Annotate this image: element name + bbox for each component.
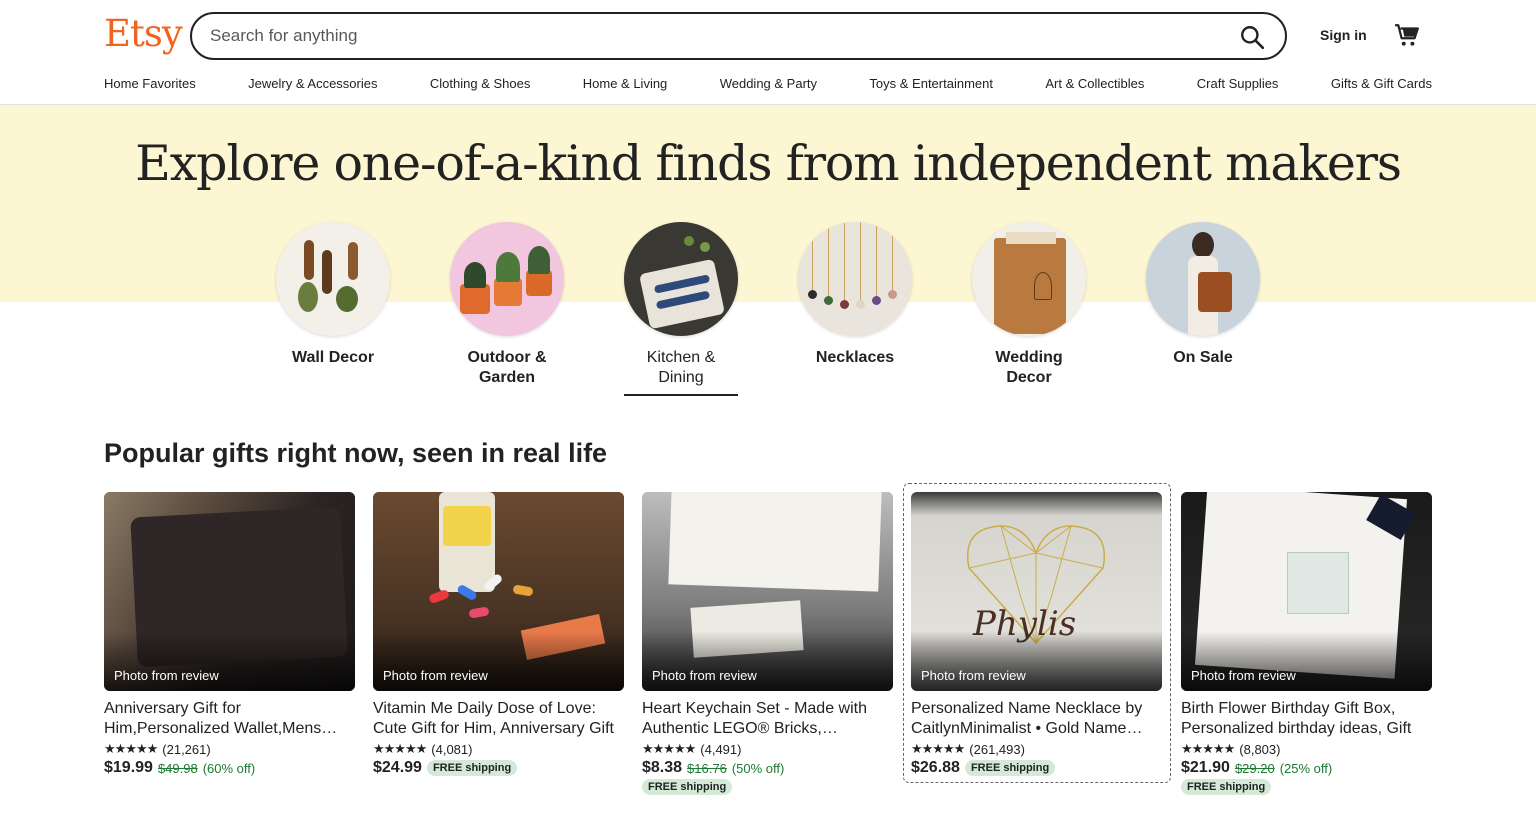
original-price: $49.98	[157, 760, 198, 776]
price: $8.38	[642, 759, 683, 776]
rating: ★★★★★ (4,491)	[642, 741, 893, 757]
photo-label: Photo from review	[921, 668, 1026, 683]
product-title[interactable]: Vitamin Me Daily Dose of Love: Cute Gift…	[373, 699, 624, 739]
category-necklaces[interactable]: Necklaces	[785, 222, 925, 368]
section-title: Popular gifts right now, seen in real li…	[104, 438, 608, 468]
star-rating-icon: ★★★★★	[373, 741, 427, 756]
price: $24.99	[373, 759, 422, 776]
nav-jewelry-accessories[interactable]: Jewelry & Accessories	[248, 76, 377, 91]
product-card[interactable]: Photo from review Anniversary Gift for H…	[104, 492, 355, 777]
nav-art-collectibles[interactable]: Art & Collectibles	[1045, 76, 1144, 91]
product-photo[interactable]: Photo from review	[104, 492, 355, 691]
category-label: Outdoor & Garden	[467, 349, 547, 386]
category-wall-decor[interactable]: Wall Decor	[263, 222, 403, 368]
photo-label: Photo from review	[383, 668, 488, 683]
category-wedding-decor[interactable]: Wedding Decor	[959, 222, 1099, 388]
search-icon[interactable]	[1239, 24, 1265, 50]
category-outdoor-garden[interactable]: Outdoor & Garden	[437, 222, 577, 388]
nav-home-favorites[interactable]: Home Favorites	[104, 76, 196, 91]
free-shipping-badge: FREE shipping	[426, 760, 518, 776]
outdoor-garden-image	[450, 222, 564, 336]
nav-wedding-party[interactable]: Wedding & Party	[720, 76, 817, 91]
discount: (60% off)	[202, 760, 256, 776]
hero-title: Explore one-of-a-kind finds from indepen…	[135, 135, 1402, 192]
flower-label	[1287, 552, 1349, 614]
nav-toys-entertainment[interactable]: Toys & Entertainment	[869, 76, 993, 91]
price-row: $8.38 $16.76 (50% off)	[642, 759, 893, 777]
category-label: Wedding Decor	[995, 349, 1063, 386]
star-rating-icon: ★★★★★	[1181, 741, 1235, 756]
product-title[interactable]: Birth Flower Birthday Gift Box, Personal…	[1181, 699, 1432, 739]
active-underline	[624, 394, 738, 396]
discount: (50% off)	[731, 760, 785, 776]
on-sale-image	[1146, 222, 1260, 336]
free-shipping-badge: FREE shipping	[1181, 779, 1272, 795]
rating: ★★★★★ (4,081)	[373, 741, 624, 757]
original-price: $29.20	[1234, 760, 1275, 776]
product-title[interactable]: Anniversary Gift for Him,Personalized Wa…	[104, 699, 355, 739]
review-count: (21,261)	[162, 741, 211, 757]
price: $21.90	[1181, 759, 1230, 776]
rating: ★★★★★ (21,261)	[104, 741, 355, 757]
kitchen-dining-image	[624, 222, 738, 336]
review-count: (4,081)	[431, 741, 473, 757]
necklaces-image	[798, 222, 912, 336]
category-label: Kitchen & Dining	[646, 349, 716, 386]
photo-label: Photo from review	[652, 668, 757, 683]
etsy-logo[interactable]: Etsy	[104, 12, 183, 55]
nav-home-living[interactable]: Home & Living	[583, 76, 668, 91]
product-title[interactable]: Heart Keychain Set - Made with Authentic…	[642, 699, 893, 739]
rating: ★★★★★ (8,803)	[1181, 741, 1432, 757]
product-photo[interactable]: Photo from review	[373, 492, 624, 691]
nav-craft-supplies[interactable]: Craft Supplies	[1197, 76, 1279, 91]
price-row: $19.99 $49.98 (60% off)	[104, 759, 355, 777]
product-photo[interactable]: Phylis Photo from review	[911, 492, 1162, 691]
search-input[interactable]	[210, 26, 1210, 46]
product-card[interactable]: Photo from review Vitamin Me Daily Dose …	[373, 492, 624, 777]
discount: (25% off)	[1279, 760, 1333, 776]
price: $19.99	[104, 759, 153, 776]
category-label: On Sale	[1173, 349, 1233, 366]
review-count: (4,491)	[700, 741, 742, 757]
photo-label: Photo from review	[114, 668, 219, 683]
original-price: $16.76	[687, 760, 727, 776]
review-count: (8,803)	[1239, 741, 1281, 757]
sign-in-link[interactable]: Sign in	[1320, 27, 1367, 43]
nav-clothing-shoes[interactable]: Clothing & Shoes	[430, 76, 530, 91]
search-bar[interactable]	[190, 12, 1287, 60]
category-label: Necklaces	[815, 349, 895, 366]
category-nav: Home Favorites Jewelry & Accessories Clo…	[104, 76, 1432, 91]
free-shipping-badge: FREE shipping	[642, 779, 733, 795]
product-card[interactable]: Photo from review Heart Keychain Set - M…	[642, 492, 893, 795]
star-rating-icon: ★★★★★	[642, 741, 696, 756]
nav-gifts-gift-cards[interactable]: Gifts & Gift Cards	[1331, 76, 1432, 91]
product-photo[interactable]: Photo from review	[1181, 492, 1432, 691]
category-kitchen-dining[interactable]: Kitchen & Dining	[611, 222, 751, 396]
site-header: Etsy Sign in Home Favorites Jewelry & Ac…	[0, 0, 1536, 105]
price-row: $24.99 FREE shipping	[373, 759, 624, 777]
wedding-decor-image	[972, 222, 1086, 336]
category-label: Wall Decor	[291, 349, 375, 366]
cart-icon[interactable]	[1394, 22, 1420, 48]
star-rating-icon: ★★★★★	[104, 741, 158, 756]
product-card[interactable]: Photo from review Birth Flower Birthday …	[1181, 492, 1432, 795]
price-row: $21.90 $29.20 (25% off)	[1181, 759, 1432, 777]
photo-label: Photo from review	[1191, 668, 1296, 683]
product-photo[interactable]: Photo from review	[642, 492, 893, 691]
category-on-sale[interactable]: On Sale	[1133, 222, 1273, 368]
product-card[interactable]: Phylis Photo from review Personalized Na…	[903, 483, 1171, 783]
wall-decor-image	[276, 222, 390, 336]
